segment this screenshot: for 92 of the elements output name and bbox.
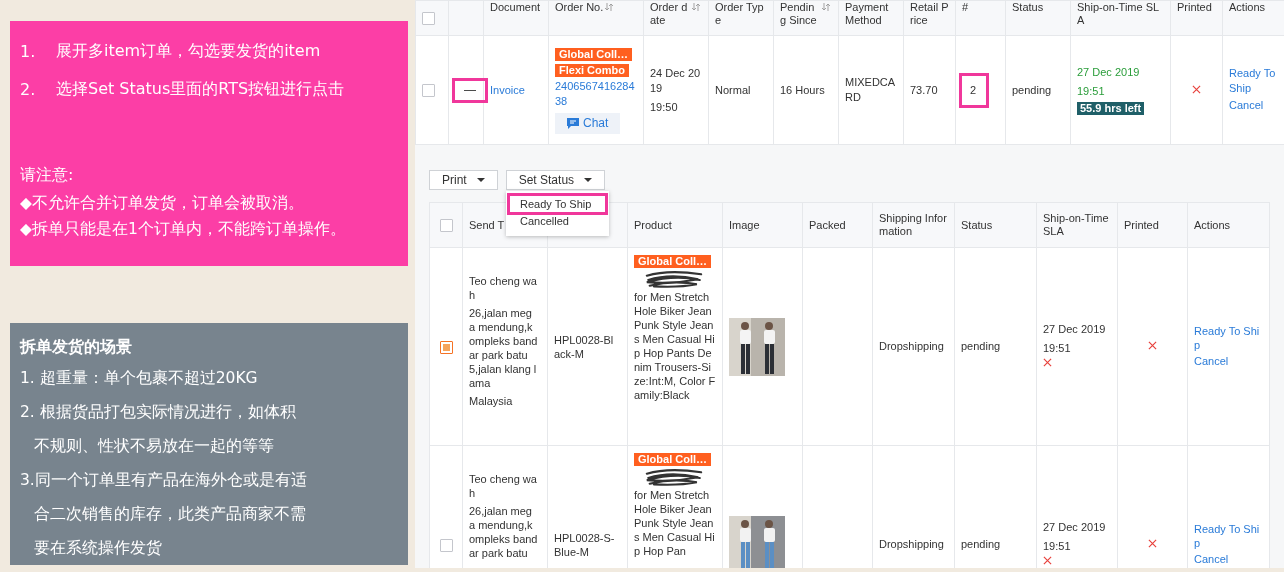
checkbox[interactable] [422, 84, 435, 98]
product-name: for Men Stretch Hole Biker Jean Punk Style Jeans Men Casual Hip Hop Pants Denim Trousers-Size:Int:M, Color Family:Black [634, 290, 716, 402]
column-header: Order No. [555, 1, 604, 14]
scenario-line: 要在系统操作发货 [33, 538, 163, 559]
item-status: pending [961, 340, 1001, 352]
product-tag: Global Coll… [634, 453, 712, 466]
action-link[interactable]: Ready To Ship [1194, 323, 1260, 352]
step-number: 2. [20, 79, 37, 99]
sort-icon[interactable] [605, 3, 614, 11]
scenario-title: 拆单发货的场景 [20, 337, 133, 358]
column-header: Printed [1124, 218, 1159, 231]
column-header: Order date [650, 1, 689, 27]
sort-icon[interactable] [822, 3, 830, 11]
sla-time: 19:51 [1043, 341, 1072, 356]
shipping-type: Dropshipping [879, 538, 944, 550]
column-header: Packed [809, 218, 846, 231]
recipient-address: 26,jalan mega mendung,kompleks bandar park batu [469, 504, 538, 560]
column-header: Retail Price [910, 1, 949, 26]
recipient-name: Teo cheng wah [469, 472, 538, 500]
column-header: Printed [1177, 1, 1212, 13]
caret-icon [584, 178, 593, 182]
action-link[interactable]: Cancel [1194, 353, 1260, 368]
quantity: 2 [962, 75, 987, 105]
order-date: 24 Dec 2019 [650, 65, 702, 96]
dropdown-button[interactable]: Set Status [505, 170, 606, 190]
collapse-button[interactable]: — [455, 80, 485, 100]
action-link[interactable]: Ready To Ship [1194, 521, 1260, 550]
scenario-line: 3.同一个订单里有产品在海外仓或是有适 [20, 470, 308, 491]
scenario-line: 2. 根据货品打包实际情况进行，如体积 [20, 402, 297, 423]
column-header: Document [490, 1, 541, 13]
column-header: Order Type [715, 1, 764, 26]
checkbox[interactable] [439, 340, 453, 354]
checkbox[interactable] [422, 11, 435, 25]
sla-time: 19:51 [1077, 83, 1106, 99]
column-header: Payment Method [845, 1, 889, 26]
scenario-line: 1. 超重量：单个包裹不超过20KG [20, 368, 259, 389]
column-header: Actions [1229, 1, 1266, 13]
order-type: Normal [715, 83, 751, 96]
product-name: for Men Stretch Hole Biker Jean Punk Style Jeans Men Casual Hip Hop Pan [634, 488, 716, 558]
action-link[interactable]: Ready To Ship [1229, 65, 1278, 96]
column-header: Ship-on-Time SLA [1077, 1, 1160, 26]
order-number-link[interactable]: 240656741628438 [555, 78, 637, 109]
column-header: Shipping Information [879, 212, 947, 237]
sla-date: 27 Dec 2019 [1077, 64, 1141, 80]
chat-button[interactable]: Chat [555, 112, 621, 134]
scenario-line: 合二次销售的库存，此类产品商家不需 [33, 504, 307, 525]
recipient-name: Teo cheng wah [469, 274, 538, 302]
note-text: ◆拆单只能是在1个订单内，不能跨订单操作。 [20, 219, 347, 240]
order-status: pending [1012, 83, 1052, 96]
sla-date: 27 Dec 2019 [1043, 520, 1107, 535]
column-header: Status [1012, 1, 1044, 13]
product-tag: Global Coll… [634, 255, 712, 268]
payment-method: MIXEDCARD [845, 76, 896, 103]
step-text: 选择Set Status里面的RTS按钮进行点击 [56, 78, 345, 100]
shipping-type: Dropshipping [879, 340, 944, 352]
action-link[interactable]: Cancel [1229, 97, 1278, 113]
sla-time: 19:51 [1043, 539, 1072, 554]
recipient-address: 26,jalan mega mendung,kompleks bandar park batu 5,jalan klang lama [469, 306, 538, 390]
menu-item[interactable]: Ready To Ship [510, 196, 605, 212]
sort-icon[interactable] [692, 3, 700, 11]
step-number: 1. [20, 41, 37, 61]
order-time: 19:50 [650, 99, 679, 115]
checkbox[interactable] [439, 538, 453, 552]
order-tag: Global Coll… [555, 47, 633, 61]
column-header: Actions [1194, 218, 1231, 231]
retail-price: 73.70 [910, 83, 938, 96]
column-header: Image [729, 218, 760, 231]
column-header: Pending Since [780, 1, 818, 27]
dropdown-button[interactable]: Print [429, 170, 498, 190]
note-text: ◆不允许合并订单发货，订单会被取消。 [20, 193, 305, 214]
column-header: Status [961, 218, 993, 231]
checkbox[interactable] [439, 218, 453, 232]
column-header: Send T [469, 218, 505, 231]
menu-item[interactable]: Cancelled [510, 213, 605, 229]
invoice-link[interactable]: Invoice [490, 83, 525, 96]
seller-sku: HPL0028-Black-M [554, 333, 614, 360]
seller-sku: HPL0028-S-Blue-M [554, 531, 615, 558]
recipient-country: Malaysia [469, 394, 514, 408]
column-header: # [962, 1, 969, 13]
scenario-line: 不规则、性状不易放在一起的等等 [33, 436, 275, 457]
item-status: pending [961, 538, 1001, 550]
column-header: Ship-on-Time SLA [1043, 212, 1109, 237]
action-link[interactable]: Cancel [1194, 551, 1260, 566]
step-text: 展开多item订单，勾选要发货的item [56, 40, 321, 62]
pending-since: 16 Hours [780, 83, 825, 96]
time-left-badge: 55.9 hrs left [1077, 101, 1145, 115]
caret-icon [476, 178, 485, 182]
chat-icon [567, 117, 579, 129]
column-header: Product [634, 218, 672, 231]
sla-date: 27 Dec 2019 [1043, 322, 1107, 337]
note-title: 请注意: [20, 164, 75, 186]
order-tag: Flexi Combo [555, 63, 629, 77]
